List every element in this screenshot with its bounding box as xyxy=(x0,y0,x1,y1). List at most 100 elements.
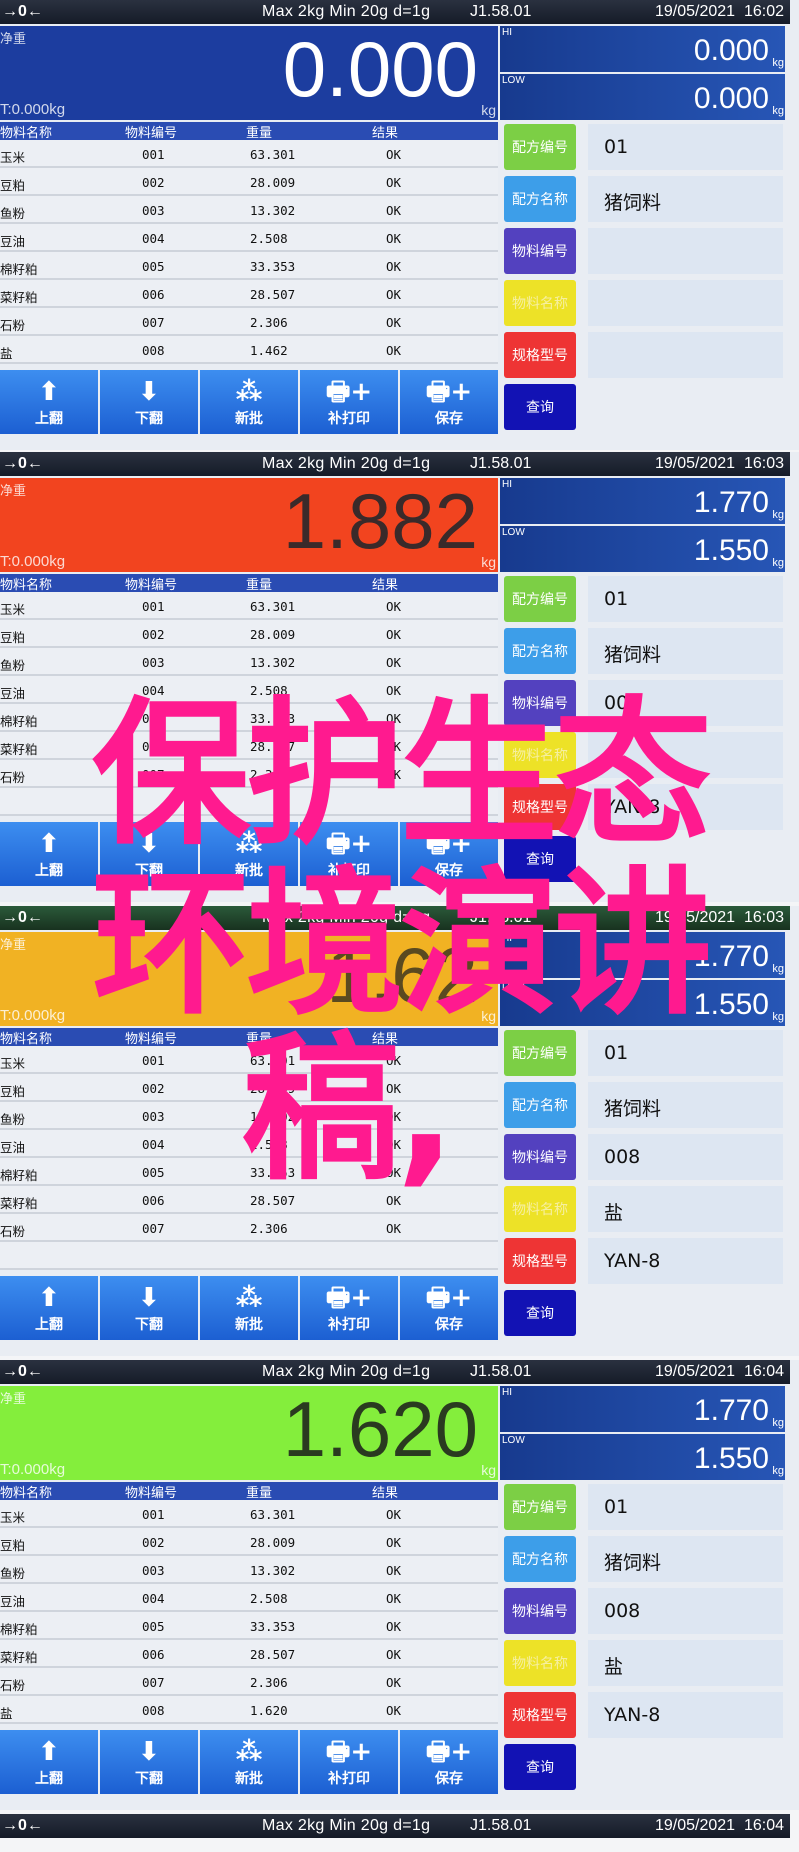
stack-button[interactable]: ⁂ 新批 xyxy=(200,1276,298,1340)
table-cell: OK xyxy=(386,627,402,642)
printer-plus-button[interactable]: 🖶+ 保存 xyxy=(400,1730,498,1794)
table-cell: 002 xyxy=(142,1535,165,1550)
side-value: 008 xyxy=(588,1134,783,1180)
table-row[interactable]: 玉米 001 63.301 OK xyxy=(0,592,498,620)
table-row[interactable]: 鱼粉 003 13.302 OK xyxy=(0,196,498,224)
side-button[interactable]: 配方编号 xyxy=(504,124,576,170)
tare-value: T:0.000kg xyxy=(0,1461,66,1478)
weight-value: 1.620 xyxy=(282,1385,478,1473)
table-cell: 004 xyxy=(142,231,165,246)
table-row[interactable]: 菜籽粕 006 28.507 OK xyxy=(0,280,498,308)
table-row[interactable]: 棉籽粕 005 33.353 OK xyxy=(0,1612,498,1640)
table-row[interactable]: 玉米 001 63.301 OK xyxy=(0,140,498,168)
arrow-down-button[interactable]: ⬇ 下翻 xyxy=(100,1730,198,1794)
table-cell: 棉籽粕 xyxy=(0,262,38,277)
column-header: 物料名称 xyxy=(0,1486,53,1501)
table-cell: OK xyxy=(386,259,402,274)
table-row[interactable]: 盐 008 1.462 OK xyxy=(0,336,498,364)
table-cell: 28.507 xyxy=(250,1647,296,1662)
table-row[interactable]: 石粉 007 2.306 OK xyxy=(0,1214,498,1242)
arrow-down-button[interactable]: ⬇ 下翻 xyxy=(100,370,198,434)
column-header: 结果 xyxy=(372,1486,399,1501)
table-cell: 006 xyxy=(142,1647,165,1662)
table-cell: OK xyxy=(386,343,402,358)
low-limit: LOW 1.550 kg xyxy=(500,1434,785,1480)
printer-plus-button[interactable]: 🖶+ 保存 xyxy=(400,370,498,434)
arrow-up-button[interactable]: ⬆ 上翻 xyxy=(0,822,98,886)
table-row[interactable]: 盐 008 1.620 OK xyxy=(0,1696,498,1724)
side-button[interactable]: 规格型号 xyxy=(504,1692,576,1738)
table-cell: OK xyxy=(386,203,402,218)
printer-plus-button[interactable]: 🖶+ 保存 xyxy=(400,1276,498,1340)
table-cell: OK xyxy=(386,231,402,246)
table-cell: 006 xyxy=(142,1193,165,1208)
table-cell: 豆油 xyxy=(0,234,26,249)
side-button[interactable]: 规格型号 xyxy=(504,332,576,378)
side-value: 盐 xyxy=(588,1640,783,1686)
table-row[interactable]: 石粉 007 2.306 OK xyxy=(0,1668,498,1696)
table-row[interactable]: 鱼粉 003 13.302 OK xyxy=(0,648,498,676)
side-value: 01 xyxy=(588,124,783,170)
table-row[interactable]: 豆粕 002 28.009 OK xyxy=(0,1528,498,1556)
side-button[interactable]: 配方编号 xyxy=(504,576,576,622)
side-button[interactable]: 物料编号 xyxy=(504,1134,576,1180)
side-button[interactable]: 查询 xyxy=(504,1290,576,1336)
stack-icon: ⁂ xyxy=(235,377,263,407)
stack-button[interactable]: ⁂ 新批 xyxy=(200,370,298,434)
table-row[interactable]: 菜籽粕 006 28.507 OK xyxy=(0,1640,498,1668)
table-cell: 2.508 xyxy=(250,1591,288,1606)
table-cell: 002 xyxy=(142,1081,165,1096)
firmware-version: J1.58.01 xyxy=(470,3,532,20)
side-button[interactable]: 物料编号 xyxy=(504,228,576,274)
table-cell: 004 xyxy=(142,1591,165,1606)
hi-value: 1.770 xyxy=(693,1394,769,1427)
stack-button[interactable]: ⁂ 新批 xyxy=(200,1730,298,1794)
side-button[interactable]: 查询 xyxy=(504,1744,576,1790)
side-button[interactable]: 配方名称 xyxy=(504,1082,576,1128)
table-header: 物料名称 物料编号 重量 结果 xyxy=(0,574,498,593)
side-button[interactable]: 查询 xyxy=(504,384,576,430)
side-button[interactable]: 配方名称 xyxy=(504,628,576,674)
table-cell: 001 xyxy=(142,1507,165,1522)
arrow-up-button[interactable]: ⬆ 上翻 xyxy=(0,370,98,434)
table-row[interactable]: 豆油 004 2.508 OK xyxy=(0,224,498,252)
arrow-down-button[interactable]: ⬇ 下翻 xyxy=(100,1276,198,1340)
table-cell: 003 xyxy=(142,203,165,218)
printer-plus-button[interactable]: 🖶+ 补打印 xyxy=(300,1730,398,1794)
arrow-up-icon: ⬆ xyxy=(38,829,60,859)
table-row[interactable]: 玉米 001 63.301 OK xyxy=(0,1500,498,1528)
column-header: 结果 xyxy=(372,578,399,593)
table-row[interactable]: 石粉 007 2.306 OK xyxy=(0,308,498,336)
table-cell: 菜籽粕 xyxy=(0,290,38,305)
table-row[interactable]: 棉籽粕 005 33.353 OK xyxy=(0,252,498,280)
table-cell: OK xyxy=(386,1535,402,1550)
side-button[interactable]: 配方名称 xyxy=(504,1536,576,1582)
status-bar: →0← Max 2kg Min 20g d=1g J1.58.01 19/05/… xyxy=(0,1360,790,1384)
table-row[interactable]: 鱼粉 003 13.302 OK xyxy=(0,1556,498,1584)
arrow-up-button[interactable]: ⬆ 上翻 xyxy=(0,1276,98,1340)
table-row[interactable]: 豆油 004 2.508 OK xyxy=(0,1584,498,1612)
table-cell: 008 xyxy=(142,1703,165,1718)
side-button[interactable]: 物料名称 xyxy=(504,1186,576,1232)
side-button[interactable]: 配方编号 xyxy=(504,1484,576,1530)
table-row[interactable]: 豆粕 002 28.009 OK xyxy=(0,168,498,196)
hi-value: 1.770 xyxy=(693,486,769,519)
table-cell: 棉籽粕 xyxy=(0,1168,38,1183)
side-value: 猪饲料 xyxy=(588,1536,783,1582)
table-row[interactable]: 豆粕 002 28.009 OK xyxy=(0,620,498,648)
overlay-title-line1: 保护生态 xyxy=(92,683,712,867)
side-button[interactable]: 物料编号 xyxy=(504,1588,576,1634)
side-button[interactable]: 配方名称 xyxy=(504,176,576,222)
printer-plus-button[interactable]: 🖶+ 补打印 xyxy=(300,1276,398,1340)
arrow-up-button[interactable]: ⬆ 上翻 xyxy=(0,1730,98,1794)
side-button[interactable]: 物料名称 xyxy=(504,1640,576,1686)
table-cell: 棉籽粕 xyxy=(0,714,38,729)
side-button[interactable]: 物料名称 xyxy=(504,280,576,326)
table-cell: 28.009 xyxy=(250,627,296,642)
scale-spec: Max 2kg Min 20g d=1g xyxy=(262,3,431,20)
table-row[interactable] xyxy=(0,1242,498,1270)
table-cell: 豆粕 xyxy=(0,1538,26,1553)
side-button[interactable]: 规格型号 xyxy=(504,1238,576,1284)
firmware-version: J1.58.01 xyxy=(470,1363,532,1380)
printer-plus-button[interactable]: 🖶+ 补打印 xyxy=(300,370,398,434)
